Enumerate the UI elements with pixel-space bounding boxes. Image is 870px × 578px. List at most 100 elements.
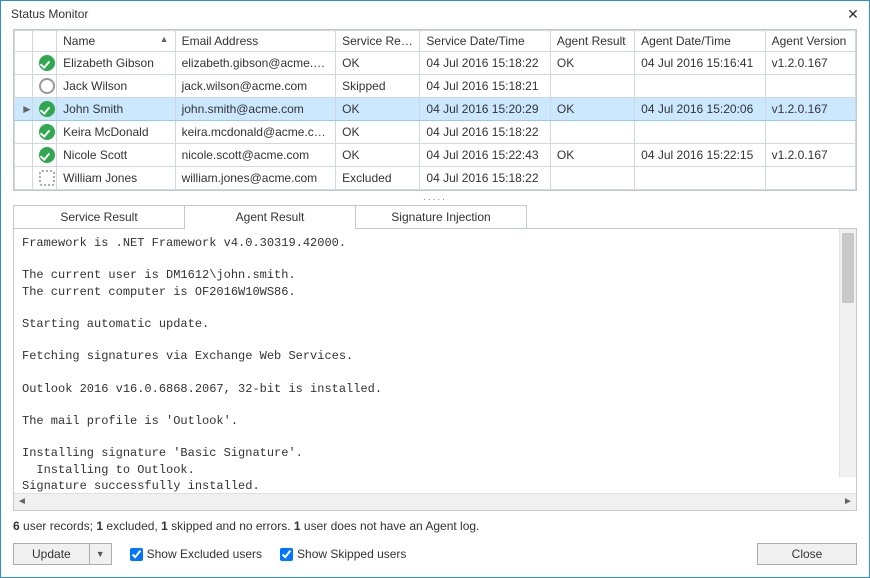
row-indicator [15,144,33,167]
row-indicator [15,167,33,190]
cell-service-result: Skipped [336,75,420,98]
grid-header-row: Name▲ Email Address Service Result Servi… [15,31,856,52]
cell-agent-datetime [635,75,765,98]
cell-email: john.smith@acme.com [175,98,336,121]
cell-agent-version: v1.2.0.167 [765,52,855,75]
cell-agent-version: v1.2.0.167 [765,98,855,121]
cell-agent-result: OK [550,98,634,121]
cell-agent-result [550,121,634,144]
row-status-icon [33,52,57,75]
show-skipped-input[interactable] [280,548,293,561]
status-ok-icon [39,55,55,71]
tab-panel: Framework is .NET Framework v4.0.30319.4… [13,228,857,511]
col-service-result[interactable]: Service Result [336,31,420,52]
show-excluded-checkbox[interactable]: Show Excluded users [130,547,262,561]
cell-service-result: OK [336,52,420,75]
tab-signature-injection[interactable]: Signature Injection [355,205,527,229]
row-status-icon [33,144,57,167]
horizontal-scrollbar[interactable]: ◄ ► [14,493,856,510]
log-viewport[interactable]: Framework is .NET Framework v4.0.30319.4… [14,229,856,493]
update-button-label: Update [14,544,90,564]
cell-name: William Jones [57,167,175,190]
cell-email: elizabeth.gibson@acme.com [175,52,336,75]
cell-name: Elizabeth Gibson [57,52,175,75]
cell-service-datetime: 04 Jul 2016 15:18:22 [420,52,550,75]
log-text: Framework is .NET Framework v4.0.30319.4… [14,229,856,493]
titlebar: Status Monitor ✕ [1,1,869,25]
col-email[interactable]: Email Address [175,31,336,52]
col-status-icon[interactable] [33,31,57,52]
cell-agent-version [765,121,855,144]
row-indicator [15,52,33,75]
status-ok-icon [39,147,55,163]
cell-agent-version [765,167,855,190]
row-indicator [15,121,33,144]
row-status-icon [33,167,57,190]
col-agent-result[interactable]: Agent Result [550,31,634,52]
chevron-down-icon[interactable]: ▼ [90,546,111,562]
tab-agent-result[interactable]: Agent Result [184,205,356,229]
row-status-icon [33,121,57,144]
cell-agent-datetime: 04 Jul 2016 15:20:06 [635,98,765,121]
splitter-handle[interactable]: ..... [13,191,857,204]
row-indicator: ► [15,98,33,121]
cell-service-result: Excluded [336,167,420,190]
cell-service-datetime: 04 Jul 2016 15:18:21 [420,75,550,98]
cell-email: jack.wilson@acme.com [175,75,336,98]
tab-service-result[interactable]: Service Result [13,205,185,229]
scroll-left-icon[interactable]: ◄ [14,494,30,510]
show-excluded-label: Show Excluded users [147,547,262,561]
scroll-right-icon[interactable]: ► [840,494,856,510]
vertical-scroll-thumb[interactable] [842,233,854,303]
update-button[interactable]: Update ▼ [13,543,112,565]
status-ok-icon [39,124,55,140]
window-title: Status Monitor [11,7,88,21]
show-excluded-input[interactable] [130,548,143,561]
cell-name: Jack Wilson [57,75,175,98]
table-row[interactable]: Nicole Scottnicole.scott@acme.comOK04 Ju… [15,144,856,167]
cell-service-datetime: 04 Jul 2016 15:18:22 [420,167,550,190]
col-agent-version[interactable]: Agent Version [765,31,855,52]
users-grid: Name▲ Email Address Service Result Servi… [13,29,857,191]
cell-email: keira.mcdonald@acme.com [175,121,336,144]
col-service-datetime[interactable]: Service Date/Time [420,31,550,52]
cell-agent-datetime: 04 Jul 2016 15:16:41 [635,52,765,75]
cell-service-result: OK [336,144,420,167]
summary-skipped-count: 1 [161,519,168,533]
summary-no-agent-count: 1 [294,519,301,533]
table-row[interactable]: Elizabeth Gibsonelizabeth.gibson@acme.co… [15,52,856,75]
cell-service-datetime: 04 Jul 2016 15:20:29 [420,98,550,121]
col-agent-datetime[interactable]: Agent Date/Time [635,31,765,52]
sort-asc-icon: ▲ [160,34,169,44]
cell-service-result: OK [336,98,420,121]
cell-agent-datetime: 04 Jul 2016 15:22:15 [635,144,765,167]
col-indicator[interactable] [15,31,33,52]
cell-agent-result [550,75,634,98]
cell-agent-datetime [635,167,765,190]
cell-agent-result: OK [550,52,634,75]
cell-agent-result: OK [550,144,634,167]
summary-line: 6 user records; 1 excluded, 1 skipped an… [13,511,857,539]
table-row[interactable]: ►John Smithjohn.smith@acme.comOK04 Jul 2… [15,98,856,121]
close-button[interactable]: Close [757,543,857,565]
cell-email: william.jones@acme.com [175,167,336,190]
status-excl-icon [39,170,55,186]
show-skipped-checkbox[interactable]: Show Skipped users [280,547,406,561]
row-status-icon [33,75,57,98]
footer-bar: Update ▼ Show Excluded users Show Skippe… [13,539,857,567]
cell-name: Nicole Scott [57,144,175,167]
table-row[interactable]: Keira McDonaldkeira.mcdonald@acme.comOK0… [15,121,856,144]
cell-name: John Smith [57,98,175,121]
table-row[interactable]: Jack Wilsonjack.wilson@acme.comSkipped04… [15,75,856,98]
col-name[interactable]: Name▲ [57,31,175,52]
close-icon[interactable]: ✕ [845,7,861,21]
cell-service-datetime: 04 Jul 2016 15:22:43 [420,144,550,167]
status-skip-icon [39,78,55,94]
row-indicator [15,75,33,98]
table-row[interactable]: William Joneswilliam.jones@acme.comExclu… [15,167,856,190]
cell-email: nicole.scott@acme.com [175,144,336,167]
vertical-scrollbar[interactable] [839,229,856,477]
cell-agent-datetime [635,121,765,144]
status-ok-icon [39,101,55,117]
tabstrip: Service Result Agent Result Signature In… [13,205,857,229]
